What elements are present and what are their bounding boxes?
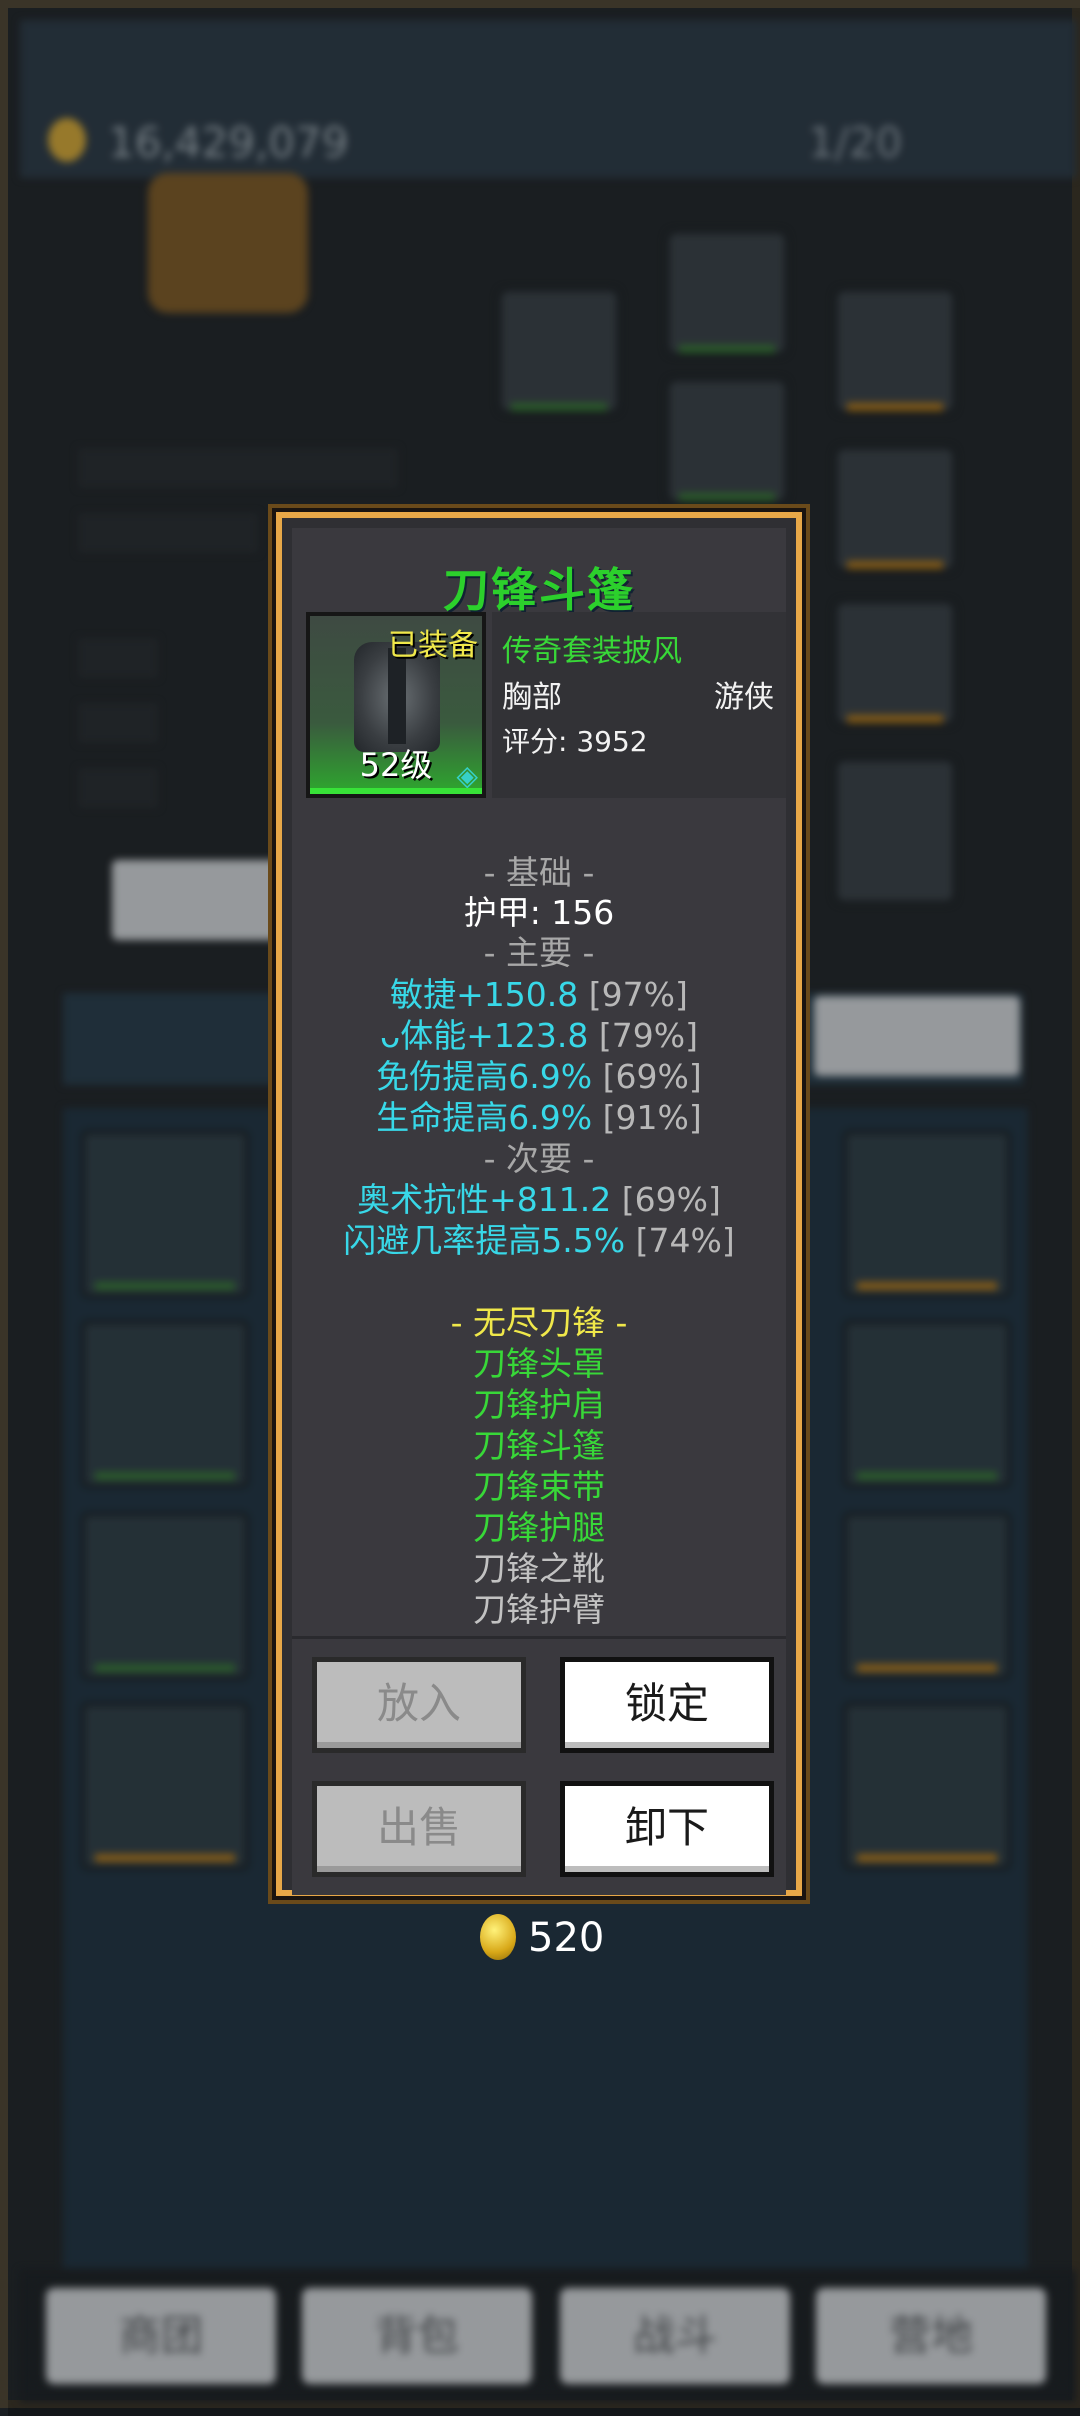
- item-detail-modal: 刀锋斗篷 已装备 52级 ◈ 传奇套装披风 胸部 游侠 评分: 3952 - 基…: [272, 508, 806, 1900]
- secondary-stat: 闪避几率提高5.5% [74%]: [292, 1214, 786, 1262]
- set-type: 传奇套装披风: [502, 634, 682, 669]
- item-name: 刀锋斗篷: [443, 563, 635, 617]
- lock-button[interactable]: 锁定: [560, 1657, 774, 1753]
- equipped-badge: 已装备: [388, 628, 478, 663]
- action-buttons: 放入 锁定 出售 卸下: [292, 1636, 786, 1895]
- item-slot: 胸部: [502, 680, 562, 715]
- set-piece-missing: 刀锋护臂: [473, 1590, 605, 1629]
- item-icon-box: 已装备 52级 ◈: [306, 612, 486, 798]
- modal-body: 刀锋斗篷 已装备 52级 ◈ 传奇套装披风 胸部 游侠 评分: 3952 - 基…: [292, 528, 786, 1895]
- sell-button[interactable]: 出售: [312, 1781, 526, 1877]
- gold-coin-icon: [480, 1914, 516, 1960]
- item-class: 游侠: [714, 680, 774, 715]
- item-info: 传奇套装披风 胸部 游侠 评分: 3952: [492, 612, 786, 798]
- item-score: 评分: 3952: [502, 720, 648, 760]
- put-in-button[interactable]: 放入: [312, 1657, 526, 1753]
- main-header: - 主要 -: [483, 933, 595, 972]
- score-value: 3952: [576, 725, 648, 758]
- sell-price-value: 520: [528, 1915, 605, 1961]
- stat-pct: [74%]: [635, 1221, 735, 1260]
- score-label: 评分:: [502, 725, 568, 758]
- rarity-bar: [310, 788, 482, 794]
- stat-text: 闪避几率提高5.5%: [343, 1221, 626, 1260]
- unequip-button[interactable]: 卸下: [560, 1781, 774, 1877]
